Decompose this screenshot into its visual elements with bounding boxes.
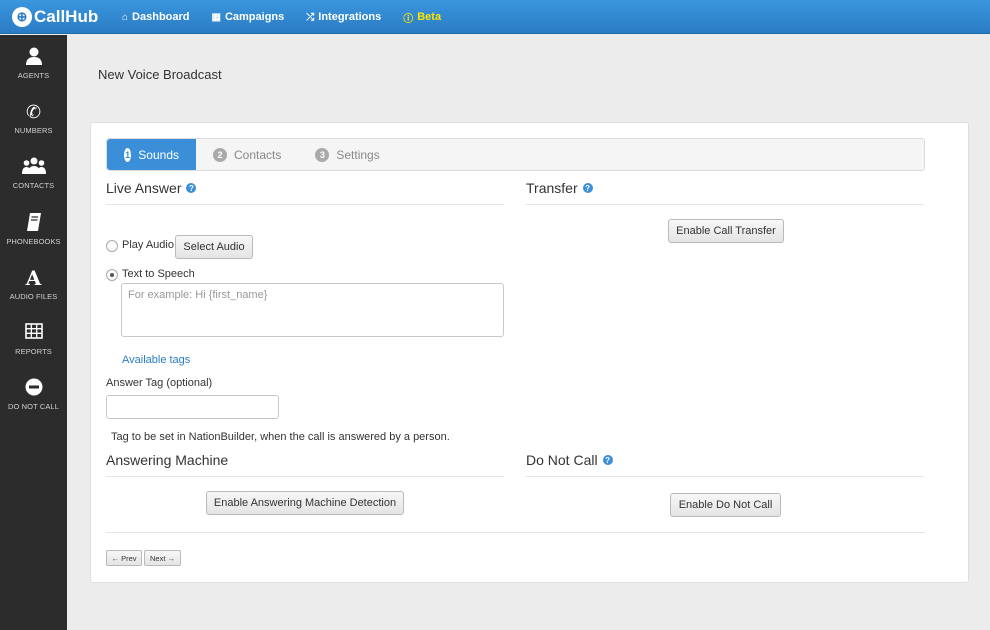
nav-dashboard[interactable]: ⌂ Dashboard [122,11,190,23]
answer-tag-help-text: Tag to be set in NationBuilder, when the… [111,431,450,443]
sidebar-item-do-not-call[interactable]: DO NOT CALL [0,378,67,411]
transfer-title: Transfer [526,180,578,196]
wizard-tabs: 1 Sounds 2 Contacts 3 Settings [106,138,925,171]
play-audio-radio[interactable] [106,240,118,252]
sidebar-label-agents: AGENTS [17,71,50,80]
answering-machine-title: Answering Machine [106,452,229,468]
live-answer-title: Live Answer [106,180,182,196]
divider [106,204,504,205]
enable-answering-machine-detection-button[interactable]: Enable Answering Machine Detection [206,491,404,515]
do-not-call-heading: Do Not Call ? [526,452,613,468]
phone-icon: ✆ [25,102,42,122]
tab-settings-label: Settings [336,147,380,162]
enable-call-transfer-button[interactable]: Enable Call Transfer [668,219,784,243]
help-icon[interactable]: ? [186,183,197,193]
tab-contacts[interactable]: 2 Contacts [196,139,298,170]
info-icon: ⓘ [403,13,414,25]
transfer-heading: Transfer ? [526,180,593,196]
top-navbar: ⊕ CallHub ⌂ Dashboard ▦ Campaigns ⤮ Inte… [0,0,990,34]
sidebar-item-reports[interactable]: REPORTS [0,323,67,356]
tab-number: 1 [124,147,132,162]
next-button[interactable]: Next → [144,550,181,566]
help-icon[interactable]: ? [602,455,613,465]
prev-button[interactable]: ← Prev [106,550,142,566]
nav-beta-label: Beta [417,11,442,23]
sidebar-item-contacts[interactable]: CONTACTS [0,157,67,190]
answer-tag-input[interactable] [106,395,279,419]
sidebar-item-numbers[interactable]: ✆ NUMBERS [0,102,67,135]
divider [526,204,924,205]
divider [526,476,924,477]
enable-do-not-call-button[interactable]: Enable Do Not Call [670,493,781,517]
font-icon: A [25,266,42,290]
do-not-call-title: Do Not Call [526,452,598,468]
sidebar-label-do-not-call: DO NOT CALL [8,402,59,411]
select-audio-button[interactable]: Select Audio [175,235,253,259]
tab-number: 2 [213,147,227,162]
sidebar-label-numbers: NUMBERS [14,126,53,135]
sidebar-item-audio-files[interactable]: A AUDIO FILES [0,268,67,301]
sidebar-item-phonebooks[interactable]: PHONEBOOKS [0,213,67,246]
divider [106,476,504,477]
top-nav: ⌂ Dashboard ▦ Campaigns ⤮ Integrations ⓘ… [122,0,463,34]
nav-beta[interactable]: ⓘ Beta [403,10,441,25]
sidebar-label-phonebooks: PHONEBOOKS [6,237,61,246]
tab-sounds-label: Sounds [138,147,179,162]
play-audio-label: Play Audio [122,239,174,251]
page-title: New Voice Broadcast [98,67,222,82]
brand-name: CallHub [34,7,99,26]
available-tags-link[interactable]: Available tags [122,354,190,366]
home-icon: ⌂ [122,11,129,23]
sidebar: AGENTS ✆ NUMBERS CONTACTS PHONEBOOKS A A… [0,35,67,630]
help-icon[interactable]: ? [582,183,593,193]
group-icon [0,157,67,177]
callhub-logo-icon: ⊕ [12,7,32,27]
nav-integrations-label: Integrations [318,11,382,23]
sidebar-label-audio-files: AUDIO FILES [9,292,58,301]
table-icon [0,323,67,343]
live-answer-heading: Live Answer ? [106,180,197,196]
answer-tag-label: Answer Tag (optional) [106,377,213,389]
tab-sounds[interactable]: 1 Sounds [107,139,196,170]
answering-machine-heading: Answering Machine [106,452,228,468]
tab-contacts-label: Contacts [234,147,282,162]
tab-number: 3 [315,147,330,162]
brand-link[interactable]: ⊕ CallHub [12,5,98,29]
text-to-speech-label: Text to Speech [122,268,195,280]
book-icon [0,213,67,233]
nav-dashboard-label: Dashboard [132,11,190,23]
sidebar-label-contacts: CONTACTS [12,181,55,190]
nav-campaigns[interactable]: ▦ Campaigns [212,11,285,23]
nav-campaigns-label: Campaigns [224,11,285,23]
grid-icon: ▦ [211,11,221,23]
text-to-speech-textarea[interactable] [121,283,504,337]
user-icon [0,47,67,67]
sidebar-item-agents[interactable]: AGENTS [0,47,67,80]
divider [106,532,925,533]
shuffle-icon: ⤮ [306,11,315,23]
minus-circle-icon [0,378,67,398]
text-to-speech-radio[interactable] [106,269,118,281]
tab-settings[interactable]: 3 Settings [298,139,396,170]
sidebar-label-reports: REPORTS [15,347,52,356]
nav-integrations[interactable]: ⤮ Integrations [306,11,381,23]
